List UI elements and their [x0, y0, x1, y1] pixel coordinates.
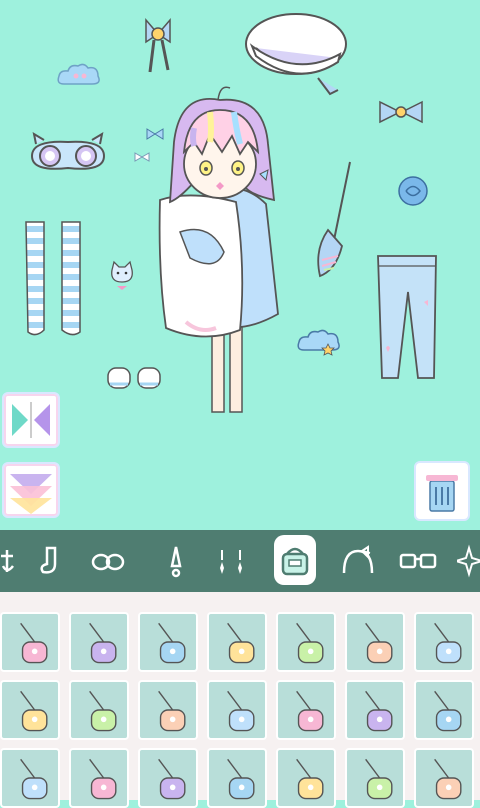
item-cell-heart-purse[interactable] [414, 748, 474, 808]
headband-icon [342, 545, 374, 574]
sock-icon [40, 546, 57, 574]
pink-bag-icon [365, 622, 393, 664]
item-cell-green-bottle[interactable] [207, 612, 267, 672]
exclamation-icon [170, 546, 182, 578]
cat-bag-icon [365, 690, 393, 732]
bag-4-icon [296, 758, 324, 800]
item-cell-yellow-bag[interactable] [414, 612, 474, 672]
umbrella-item[interactable] [310, 160, 356, 282]
item-cell-star-wand[interactable] [276, 680, 336, 740]
star-cloud-item[interactable] [296, 326, 344, 356]
ribbon-item[interactable] [138, 12, 178, 76]
character-doll[interactable] [150, 82, 290, 434]
trash-icon [426, 475, 458, 512]
blue-pouch-icon [296, 622, 324, 664]
item-cell-bunny-charm[interactable] [0, 612, 60, 672]
tab-socks[interactable] [30, 538, 70, 584]
pink-wallet-icon [89, 622, 117, 664]
bag-2-icon [158, 758, 186, 800]
item-cell-pink-bag[interactable] [345, 612, 405, 672]
tab-headband[interactable] [338, 538, 378, 584]
item-cell-bag-3[interactable] [207, 748, 267, 808]
cup-icon [158, 690, 186, 732]
bag-icon [281, 547, 309, 576]
tab-hand-accessory[interactable] [0, 538, 28, 584]
yellow-bag-icon [434, 622, 462, 664]
item-cell-blue-pouch[interactable] [276, 612, 336, 672]
item-cell-bunny-keychain[interactable] [0, 680, 60, 740]
tab-glasses[interactable] [398, 538, 438, 584]
mint-pouch-icon [20, 758, 48, 800]
small-bow-item[interactable] [376, 98, 426, 126]
sparkle-icon [457, 544, 480, 578]
trash-button[interactable] [414, 461, 470, 521]
star-wand-icon [296, 690, 324, 732]
item-cell-bag-2[interactable] [138, 748, 198, 808]
candy-icon [89, 690, 117, 732]
item-cell-purple-bag[interactable] [138, 612, 198, 672]
bunny-keychain-icon [20, 690, 48, 732]
jeans-item[interactable] [374, 252, 440, 382]
shoes-icon [91, 553, 125, 571]
pink-shoulder-bag-icon [227, 690, 255, 732]
bunny-charm-icon [20, 622, 48, 664]
cloud-clip-item[interactable] [56, 62, 102, 88]
shoes-item[interactable] [104, 362, 164, 392]
item-cell-bag-4[interactable] [276, 748, 336, 808]
item-cell-cat-bag[interactable] [345, 680, 405, 740]
earring-icon [220, 550, 242, 574]
tab-bags[interactable] [274, 535, 316, 585]
eye-mask-item[interactable] [26, 132, 110, 178]
bag-5-icon [365, 758, 393, 800]
mirror-arrows-icon [12, 402, 50, 438]
dressup-stage [0, 0, 480, 530]
item-cell-candy[interactable] [69, 680, 129, 740]
bag-3-icon [227, 758, 255, 800]
chevron-down-icon [10, 474, 52, 514]
heart-purse-icon [434, 758, 462, 800]
item-cell-bag-5[interactable] [345, 748, 405, 808]
collapse-button[interactable] [2, 462, 60, 518]
item-cell-mint-pouch[interactable] [0, 748, 60, 808]
category-toolbar [0, 530, 480, 592]
green-bottle-icon [227, 622, 255, 664]
item-cell-cup[interactable] [138, 680, 198, 740]
item-cell-bag-1[interactable] [69, 748, 129, 808]
purple-bag-icon [158, 622, 186, 664]
heart-bag-icon [434, 690, 462, 732]
striped-socks-item[interactable] [22, 220, 88, 340]
tab-earrings[interactable] [212, 538, 252, 584]
glasses-icon [399, 553, 437, 569]
item-cell-pink-shoulder-bag[interactable] [207, 680, 267, 740]
item-cell-heart-bag[interactable] [414, 680, 474, 740]
rose-item[interactable] [396, 174, 430, 208]
flip-button[interactable] [2, 392, 60, 448]
bag-1-icon [89, 758, 117, 800]
tab-sparkles[interactable] [452, 538, 480, 584]
item-cell-pink-wallet[interactable] [69, 612, 129, 672]
cat-charm-item[interactable] [108, 260, 136, 294]
tab-shoes[interactable] [88, 538, 128, 584]
items-panel [0, 592, 480, 808]
hand-accessory-icon [1, 550, 14, 572]
tab-exclaim[interactable] [156, 538, 196, 584]
tiny-bow-white-item[interactable] [134, 152, 150, 162]
